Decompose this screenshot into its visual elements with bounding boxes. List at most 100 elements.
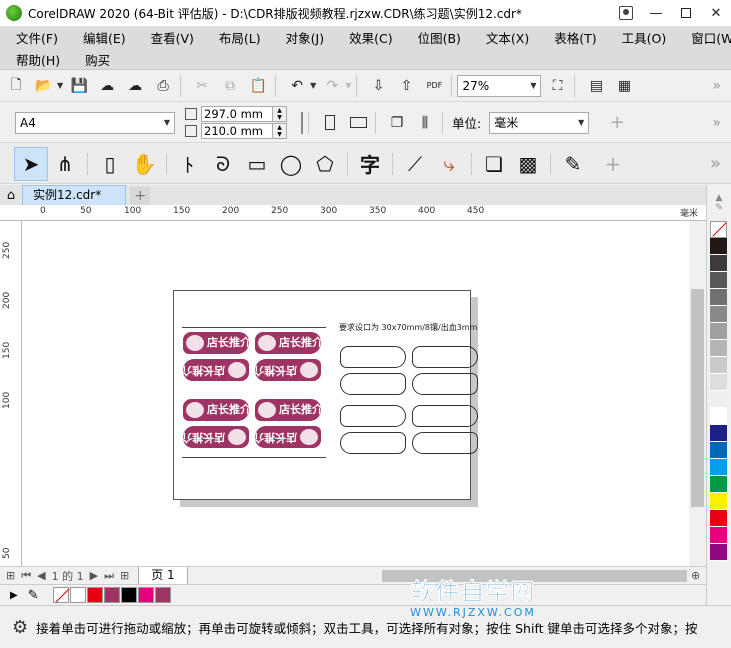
color-swatch[interactable]: [710, 306, 727, 323]
card-design[interactable]: 店长推介: [255, 399, 321, 421]
connector-tool-icon[interactable]: ⤷: [432, 147, 466, 181]
pick-tool-icon[interactable]: ➤: [14, 146, 48, 181]
chevron-down-icon[interactable]: ▼: [345, 81, 351, 90]
save-icon[interactable]: 💾: [67, 74, 91, 98]
card-design[interactable]: 店长推介: [255, 332, 321, 354]
add-tool-icon[interactable]: +: [596, 147, 630, 181]
crop-tool-icon[interactable]: ▯: [93, 147, 127, 181]
card-design-flipped[interactable]: 店长推介: [183, 359, 249, 381]
redo-icon[interactable]: ↷: [320, 74, 344, 98]
menu-text[interactable]: 文本(X): [480, 28, 535, 47]
pdf-export-icon[interactable]: PDF: [422, 74, 446, 98]
color-swatch[interactable]: [710, 289, 727, 306]
artistic-media-icon[interactable]: ᘐ: [206, 147, 240, 181]
menu-table[interactable]: 表格(T): [548, 28, 602, 47]
units-select[interactable]: 毫米 ▼: [489, 111, 590, 134]
add-page-icon[interactable]: ⊞: [6, 569, 15, 582]
options-icon[interactable]: ▤: [584, 74, 608, 98]
landscape-icon[interactable]: [346, 111, 370, 135]
menu-layout[interactable]: 布局(L): [213, 28, 267, 47]
chevron-down-icon[interactable]: ▼: [310, 81, 316, 90]
print-icon[interactable]: ⎙: [151, 74, 175, 98]
die-cut-outline[interactable]: [412, 373, 478, 395]
document-color-swatch[interactable]: [154, 587, 171, 603]
export-icon[interactable]: ⇧: [394, 74, 418, 98]
menu-bitmaps[interactable]: 位图(B): [412, 28, 467, 47]
transparency-tool-icon[interactable]: ▩: [511, 147, 545, 181]
color-swatch[interactable]: [710, 238, 727, 255]
card-design-flipped[interactable]: 店长推介: [183, 426, 249, 448]
eyedropper-tool-icon[interactable]: ✎: [556, 147, 590, 181]
horizontal-ruler[interactable]: 0 50 100 150 200 250 300 350 400 450 毫米: [0, 205, 706, 221]
more-icon[interactable]: »: [712, 115, 721, 131]
color-swatch[interactable]: [710, 442, 727, 459]
card-design[interactable]: 店长推介: [183, 399, 249, 421]
color-swatch[interactable]: [710, 476, 727, 493]
menu-tools[interactable]: 工具(O): [616, 28, 673, 47]
color-swatch[interactable]: [710, 323, 727, 340]
launch-icon[interactable]: ▦: [612, 74, 636, 98]
spec-note[interactable]: 要求设口为 30x70mm/8镶/出血3mm: [339, 322, 477, 333]
zoom-nav-icon[interactable]: ⊕: [691, 569, 700, 582]
full-screen-icon[interactable]: ⛶: [545, 74, 569, 98]
cut-icon[interactable]: ✂: [190, 74, 214, 98]
menu-effects[interactable]: 效果(C): [343, 28, 398, 47]
die-cut-outline[interactable]: [340, 405, 406, 427]
page-width-input[interactable]: 297.0 mm: [201, 106, 273, 122]
card-design[interactable]: 店长推介: [183, 332, 249, 354]
card-design-flipped[interactable]: 店长推介: [255, 426, 321, 448]
gear-icon[interactable]: ⚙: [12, 617, 28, 638]
first-page-icon[interactable]: ⏮: [21, 569, 31, 583]
color-swatch[interactable]: [710, 357, 727, 374]
polygon-tool-icon[interactable]: ⬠: [308, 147, 342, 181]
color-swatch[interactable]: [710, 510, 727, 527]
die-cut-outline[interactable]: [340, 346, 406, 368]
page-size-select[interactable]: A4 ▼: [15, 111, 175, 134]
shape-tool-icon[interactable]: ⋔: [48, 147, 82, 181]
menu-edit[interactable]: 编辑(E): [77, 28, 132, 47]
die-cut-outline[interactable]: [412, 432, 478, 454]
die-cut-outline[interactable]: [340, 373, 406, 395]
document-page[interactable]: 店长推介 店长推介 店长推介 店长推介 店长推介 店长推介 店长推介 店长推介 …: [173, 290, 478, 500]
portrait-icon[interactable]: [318, 111, 342, 135]
menu-buy[interactable]: 购买: [79, 50, 116, 69]
no-color-swatch[interactable]: [52, 587, 69, 603]
zoom-level-select[interactable]: 27% ▼: [457, 74, 542, 97]
menu-view[interactable]: 查看(V): [145, 28, 200, 47]
eyedropper-icon[interactable]: ✎: [715, 203, 723, 213]
ellipse-tool-icon[interactable]: ◯: [274, 147, 308, 181]
add-icon[interactable]: +: [605, 111, 629, 135]
color-swatch[interactable]: [710, 272, 727, 289]
eyedropper-icon[interactable]: ✎: [28, 588, 39, 603]
color-swatch[interactable]: [710, 408, 727, 425]
document-color-swatch[interactable]: [86, 587, 103, 603]
document-color-swatch[interactable]: [120, 587, 137, 603]
tab-page-1[interactable]: 页 1: [138, 566, 188, 585]
chevron-down-icon[interactable]: ▼: [57, 81, 63, 90]
all-pages-icon[interactable]: ❐: [385, 111, 409, 135]
last-page-icon[interactable]: ⏭: [104, 569, 114, 583]
tab-document[interactable]: 实例12.cdr*: [22, 185, 127, 205]
color-swatch[interactable]: [710, 425, 727, 442]
vertical-scroll-thumb[interactable]: [691, 289, 704, 507]
close-button[interactable]: ✕: [701, 0, 731, 26]
die-cut-outline[interactable]: [412, 346, 478, 368]
text-tool-icon[interactable]: 字: [353, 147, 387, 181]
document-color-swatch[interactable]: [103, 587, 120, 603]
die-cut-outline[interactable]: [340, 432, 406, 454]
cloud-download-icon[interactable]: ☁: [95, 74, 119, 98]
menu-file[interactable]: 文件(F): [10, 28, 64, 47]
dimension-line[interactable]: [182, 327, 326, 328]
prev-page-icon[interactable]: ◀: [37, 569, 45, 582]
page-height-input[interactable]: 210.0 mm: [201, 123, 273, 139]
account-icon[interactable]: [619, 6, 633, 20]
next-page-icon[interactable]: ▶: [90, 569, 98, 582]
open-folder-icon[interactable]: 📂: [32, 74, 56, 98]
color-swatch[interactable]: [710, 527, 727, 544]
rectangle-tool-icon[interactable]: ▭: [240, 147, 274, 181]
menu-window[interactable]: 窗口(W): [685, 28, 731, 47]
width-stepper[interactable]: ▲ ▼: [273, 106, 287, 122]
copy-icon[interactable]: ⧉: [218, 74, 242, 98]
cloud-upload-icon[interactable]: ☁: [123, 74, 147, 98]
color-swatch[interactable]: [710, 374, 727, 391]
